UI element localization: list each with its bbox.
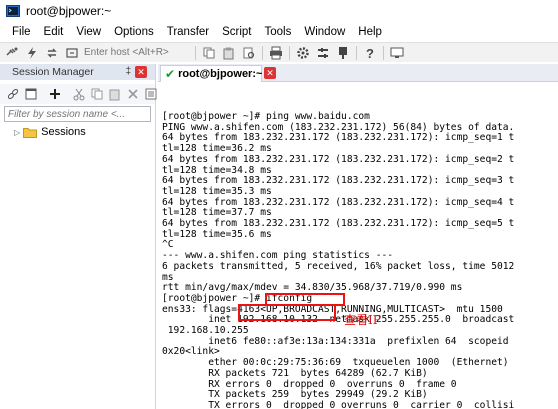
- paste-session-icon[interactable]: [108, 86, 122, 102]
- tab-label: root@bjpower:~: [178, 68, 263, 80]
- menu-help[interactable]: Help: [358, 26, 382, 38]
- session-manager-header: Session Manager ‡ ✕: [0, 64, 155, 80]
- new-window-icon[interactable]: [24, 86, 38, 102]
- print-icon[interactable]: [268, 45, 284, 61]
- terminal-line: 64 bytes from 183.232.231.172 (183.232.2…: [162, 153, 515, 165]
- terminal-line: tl=128 time=35.6 ms: [162, 228, 272, 240]
- toolbar-separator: [356, 45, 357, 60]
- toolbar-separator: [383, 45, 384, 60]
- help-icon[interactable]: ?: [362, 45, 378, 61]
- menu-window[interactable]: Window: [304, 26, 345, 38]
- terminal-area[interactable]: [root@bjpower ~]# ping www.baidu.com PING…: [158, 84, 558, 409]
- reconnect-icon[interactable]: [44, 45, 60, 61]
- ip-highlight-box: [238, 304, 336, 321]
- terminal-app-icon: [6, 5, 20, 17]
- settings-icon[interactable]: [295, 45, 311, 61]
- copy-session-icon[interactable]: [90, 86, 104, 102]
- expand-icon[interactable]: ▷: [14, 128, 20, 137]
- connect-tab-icon[interactable]: [64, 45, 80, 61]
- session-tab-bar: ✔ root@bjpower:~ ✕: [158, 64, 558, 82]
- toolbar-separator: [289, 45, 290, 60]
- title-bar: root@bjpower:~: [0, 0, 558, 22]
- paste-icon[interactable]: [221, 45, 237, 61]
- connect-icon[interactable]: [4, 45, 20, 61]
- close-icon[interactable]: ✕: [135, 66, 147, 78]
- tab-session[interactable]: ✔ root@bjpower:~: [160, 65, 262, 82]
- menu-edit[interactable]: Edit: [44, 26, 64, 38]
- pin-icon[interactable]: ‡: [125, 66, 131, 77]
- session-manager-title: Session Manager: [12, 66, 94, 78]
- tree-item-sessions[interactable]: ▷ Sessions: [0, 126, 155, 138]
- copy-icon[interactable]: [201, 45, 217, 61]
- host-input[interactable]: [82, 45, 192, 60]
- tab-close-icon[interactable]: ✕: [264, 67, 276, 79]
- toolbar-separator: [195, 45, 196, 60]
- menu-file[interactable]: File: [12, 26, 31, 38]
- link-icon[interactable]: [6, 86, 20, 102]
- add-icon[interactable]: [48, 86, 62, 102]
- annotation-view-ip: 查看IP: [344, 313, 381, 327]
- cut-icon[interactable]: [72, 86, 86, 102]
- options-icon[interactable]: [315, 45, 331, 61]
- svg-text:?: ?: [366, 46, 374, 60]
- window-title: root@bjpower:~: [26, 4, 112, 18]
- quick-connect-icon[interactable]: [24, 45, 40, 61]
- main-toolbar: ?: [0, 42, 558, 62]
- tree-item-label: Sessions: [41, 126, 86, 138]
- properties-icon[interactable]: [144, 86, 158, 102]
- menu-tools[interactable]: Tools: [265, 26, 292, 38]
- menu-script[interactable]: Script: [222, 26, 251, 38]
- session-filter: [4, 106, 151, 122]
- keymap-icon[interactable]: [335, 45, 351, 61]
- menu-transfer[interactable]: Transfer: [167, 26, 209, 38]
- menu-view[interactable]: View: [76, 26, 101, 38]
- connected-check-icon: ✔: [165, 67, 176, 81]
- filter-input[interactable]: [5, 107, 150, 121]
- terminal-output: [root@bjpower ~]# ping www.baidu.com PING…: [162, 111, 515, 409]
- terminal-line: TX errors 0 dropped 0 overruns 0 carrier…: [162, 399, 515, 409]
- delete-icon[interactable]: [126, 86, 140, 102]
- terminal-line: RX packets 721 bytes 64289 (62.7 KiB): [162, 367, 428, 379]
- find-icon[interactable]: [241, 45, 257, 61]
- monitor-icon[interactable]: [389, 45, 405, 61]
- toolbar-separator: [262, 45, 263, 60]
- menu-options[interactable]: Options: [114, 26, 154, 38]
- terminal-line: 6 packets transmitted, 5 received, 16% p…: [162, 260, 515, 272]
- session-manager-panel: Session Manager ‡ ✕ Filter by session na…: [0, 64, 158, 409]
- session-toolbar: [0, 84, 158, 104]
- folder-icon: [23, 127, 38, 138]
- menu-bar: File Edit View Options Transfer Script T…: [0, 22, 558, 42]
